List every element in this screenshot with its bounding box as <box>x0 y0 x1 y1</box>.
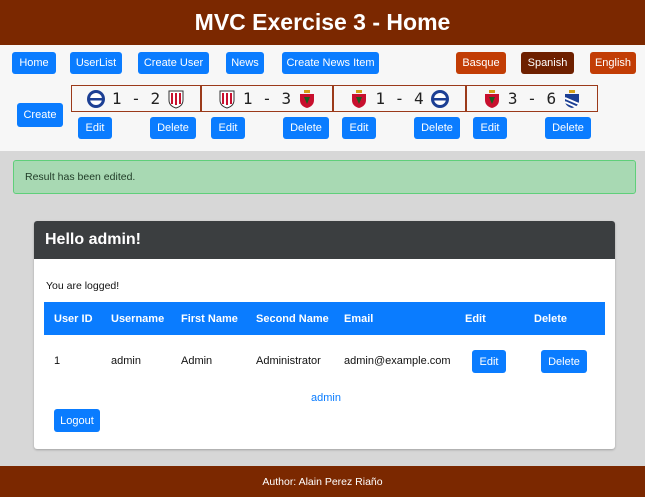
footer-author: Author: Alain Perez Riaño <box>262 475 383 488</box>
users-table-header: User ID Username First Name Second Name … <box>44 302 605 335</box>
nav-home-button[interactable]: Home <box>12 52 56 74</box>
match-4-edit-button[interactable]: Edit <box>473 117 507 139</box>
column-header: Email <box>344 313 374 325</box>
match-1-edit-button[interactable]: Edit <box>78 117 112 139</box>
column-header: First Name <box>181 313 238 325</box>
cell-username: admin <box>111 355 141 367</box>
cell-user-id: 1 <box>54 355 61 367</box>
cell-second-name: Administrator <box>256 355 321 367</box>
column-header: Second Name <box>256 313 329 325</box>
column-header: Username <box>111 313 165 325</box>
nav-create-user-button[interactable]: Create User <box>138 52 209 74</box>
real-sociedad-crest-icon <box>564 89 580 108</box>
page-title: MVC Exercise 3 - Home <box>194 9 451 35</box>
page-footer: Author: Alain Perez Riaño <box>0 466 645 497</box>
osasuna-crest-icon <box>300 89 315 108</box>
athletic-crest-icon <box>168 90 184 109</box>
delete-user-button[interactable]: Delete <box>541 350 587 373</box>
nav-news-button[interactable]: News <box>226 52 264 74</box>
match-score: 3 - 6 <box>507 89 557 108</box>
match-4-delete-button[interactable]: Delete <box>545 117 591 139</box>
alert-message: Result has been edited. <box>25 171 136 183</box>
card-header: Hello admin! <box>34 221 615 259</box>
match-result: 1 - 2 <box>71 85 201 112</box>
match-1-delete-button[interactable]: Delete <box>150 117 196 139</box>
column-header: Delete <box>534 313 568 325</box>
column-header: Edit <box>465 313 486 325</box>
success-alert: Result has been edited. <box>13 160 636 194</box>
greeting-title: Hello admin! <box>45 231 142 248</box>
nav-create-news-button[interactable]: Create News Item <box>282 52 379 74</box>
athletic-crest-icon <box>219 90 235 109</box>
match-result: 1 - 4 <box>333 85 466 112</box>
cell-first-name: Admin <box>181 355 213 367</box>
cell-email: admin@example.com <box>344 355 451 367</box>
match-2-edit-button[interactable]: Edit <box>211 117 245 139</box>
create-result-button[interactable]: Create <box>17 103 63 127</box>
page-header: MVC Exercise 3 - Home <box>0 0 645 45</box>
alaves-crest-icon <box>430 89 449 108</box>
match-score: 1 - 3 <box>242 89 292 108</box>
lang-spanish-button[interactable]: Spanish <box>521 52 574 74</box>
nav-userlist-button[interactable]: UserList <box>70 52 122 74</box>
match-3-edit-button[interactable]: Edit <box>342 117 376 139</box>
edit-user-button[interactable]: Edit <box>472 350 506 373</box>
column-header: User ID <box>54 313 93 325</box>
match-3-delete-button[interactable]: Delete <box>414 117 460 139</box>
user-profile-link[interactable]: admin <box>311 392 341 404</box>
lang-english-button[interactable]: English <box>590 52 636 74</box>
alaves-crest-icon <box>86 89 105 108</box>
logout-button[interactable]: Logout <box>54 409 100 432</box>
match-score: 1 - 2 <box>111 89 161 108</box>
login-status: You are logged! <box>46 280 120 292</box>
match-score: 1 - 4 <box>375 89 424 108</box>
lang-basque-button[interactable]: Basque <box>456 52 506 74</box>
match-result: 1 - 3 <box>201 85 333 112</box>
user-card: Hello admin! You are logged! User ID Use… <box>34 221 615 449</box>
osasuna-crest-icon <box>352 89 367 108</box>
match-2-delete-button[interactable]: Delete <box>283 117 329 139</box>
top-nav: Home UserList Create User News Create Ne… <box>0 45 645 81</box>
results-bar: Create 1 - 2 1 - 3 1 - 4 3 - 6 Edit Dele… <box>0 81 645 151</box>
match-result: 3 - 6 <box>466 85 598 112</box>
osasuna-crest-icon <box>484 89 499 108</box>
